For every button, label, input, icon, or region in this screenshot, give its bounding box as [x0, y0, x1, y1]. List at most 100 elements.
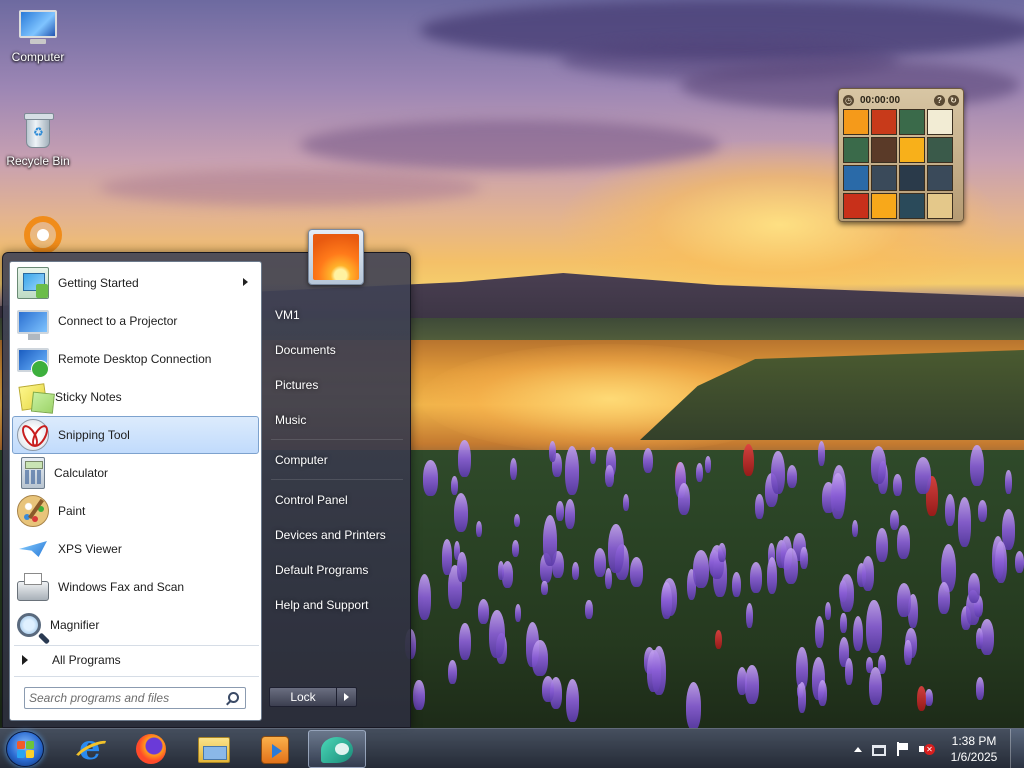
program-snipping-tool[interactable]: Snipping Tool [12, 416, 259, 454]
picture-puzzle-gadget[interactable]: ◷ 00:00:00 ? ↻ [838, 88, 964, 222]
show-desktop-button[interactable] [1010, 729, 1024, 768]
program-magnifier[interactable]: Magnifier [12, 606, 259, 644]
puzzle-tile[interactable] [927, 109, 953, 135]
places-control-panel[interactable]: Control Panel [265, 482, 409, 517]
search-icon[interactable] [228, 692, 239, 703]
program-xps-viewer[interactable]: XPS Viewer [12, 530, 259, 568]
orange-ring-icon[interactable] [24, 216, 62, 254]
places-documents[interactable]: Documents [265, 332, 409, 367]
puzzle-tile[interactable] [927, 137, 953, 163]
shuffle-icon[interactable]: ↻ [948, 94, 959, 106]
places-computer[interactable]: Computer [265, 442, 409, 477]
taskbar-internet-explorer[interactable] [60, 728, 118, 768]
places-user-folder[interactable]: VM1 [265, 297, 409, 332]
divider [14, 676, 259, 677]
wallpaper-flower [623, 493, 630, 511]
program-paint[interactable]: Paint [12, 492, 259, 530]
wallpaper-flower [541, 676, 554, 703]
program-label: Calculator [54, 466, 109, 480]
wallpaper-flower [749, 561, 763, 593]
puzzle-tile[interactable] [899, 109, 925, 135]
search-input[interactable] [29, 691, 215, 705]
wallpaper-flower [704, 456, 712, 474]
places-default-programs[interactable]: Default Programs [265, 552, 409, 587]
puzzle-tile[interactable] [871, 165, 897, 191]
puzzle-tile[interactable] [843, 109, 869, 135]
taskbar-puzzle-gadget[interactable] [308, 730, 366, 768]
puzzle-tile[interactable] [843, 165, 869, 191]
wallpaper-flower [975, 628, 983, 649]
shutdown-options-arrow-icon[interactable] [337, 687, 357, 707]
wallpaper-flower [630, 556, 644, 587]
system-clock[interactable]: 1:38 PM 1/6/2025 [942, 733, 1006, 765]
submenu-arrow-icon [243, 278, 248, 286]
wallpaper-flower [755, 493, 764, 519]
taskbar-windows-explorer[interactable] [184, 730, 242, 768]
wallpaper-cloud [100, 170, 480, 206]
puzzle-tile[interactable] [899, 137, 925, 163]
wallpaper-flower [604, 567, 612, 589]
wallpaper-flower [511, 539, 520, 557]
wallpaper-flower [839, 574, 854, 613]
divider [271, 439, 403, 440]
puzzle-tiles [843, 109, 959, 219]
puzzle-tile[interactable] [843, 137, 869, 163]
taskbar-firefox[interactable] [122, 730, 180, 768]
timer-icon[interactable]: ◷ [843, 94, 854, 106]
snipping-tool-icon [17, 419, 49, 451]
places-devices-and-printers[interactable]: Devices and Printers [265, 517, 409, 552]
wallpaper-flower [1005, 470, 1012, 494]
all-programs-button[interactable]: All Programs [12, 647, 259, 673]
program-connect-to-a-projector[interactable]: Connect to a Projector [12, 302, 259, 340]
wallpaper-flower [686, 681, 702, 728]
program-label: Magnifier [50, 618, 100, 632]
puzzle-tile[interactable] [927, 165, 953, 191]
program-calculator[interactable]: Calculator [12, 454, 259, 492]
start-button[interactable] [6, 731, 44, 767]
wallpaper-flower [975, 677, 985, 701]
program-remote-desktop[interactable]: Remote Desktop Connection [12, 340, 259, 378]
search-box[interactable] [24, 687, 246, 709]
wallpaper-flower [815, 616, 825, 648]
puzzle-tile[interactable] [843, 193, 869, 219]
desktop-icon-computer[interactable]: Computer [0, 8, 76, 64]
wallpaper-flower [852, 616, 863, 652]
program-getting-started[interactable]: Getting Started [12, 264, 259, 302]
help-button[interactable]: ? [934, 94, 945, 106]
show-hidden-icon[interactable] [854, 746, 862, 752]
taskbar-media-player[interactable] [246, 730, 304, 768]
action-center-flag-icon[interactable] [894, 741, 910, 757]
internet-explorer-icon [75, 728, 105, 768]
recycle-bin-icon [18, 112, 58, 152]
program-label: Remote Desktop Connection [58, 352, 212, 366]
wallpaper-flower [904, 640, 912, 666]
puzzle-tile[interactable] [871, 193, 897, 219]
wallpaper-flower [477, 599, 489, 625]
desktop-icon-recycle-bin[interactable]: Recycle Bin [0, 112, 76, 168]
network-icon[interactable] [872, 744, 886, 756]
wallpaper-flower [897, 525, 911, 559]
places-music[interactable]: Music [265, 402, 409, 437]
places-help-and-support[interactable]: Help and Support [265, 587, 409, 622]
puzzle-tile[interactable] [899, 193, 925, 219]
getting-started-icon [17, 267, 49, 299]
wallpaper-flower [852, 519, 859, 538]
all-programs-label: All Programs [52, 653, 121, 667]
program-sticky-notes[interactable]: Sticky Notes [12, 378, 259, 416]
puzzle-tile[interactable] [927, 193, 953, 219]
magnifier-icon [17, 613, 41, 637]
lock-button[interactable]: Lock [269, 687, 337, 707]
volume-muted-icon[interactable] [918, 741, 935, 757]
wallpaper-flower [818, 680, 828, 706]
wallpaper-flower [514, 604, 522, 623]
windows-explorer-icon [198, 737, 230, 763]
puzzle-tile[interactable] [871, 109, 897, 135]
wallpaper-flower [608, 523, 624, 573]
wallpaper-flower [869, 666, 882, 706]
program-windows-fax-and-scan[interactable]: Windows Fax and Scan [12, 568, 259, 606]
places-pictures[interactable]: Pictures [265, 367, 409, 402]
puzzle-tile[interactable] [871, 137, 897, 163]
puzzle-tile[interactable] [899, 165, 925, 191]
wallpaper-flower [510, 457, 518, 481]
user-account-picture[interactable] [308, 229, 364, 285]
